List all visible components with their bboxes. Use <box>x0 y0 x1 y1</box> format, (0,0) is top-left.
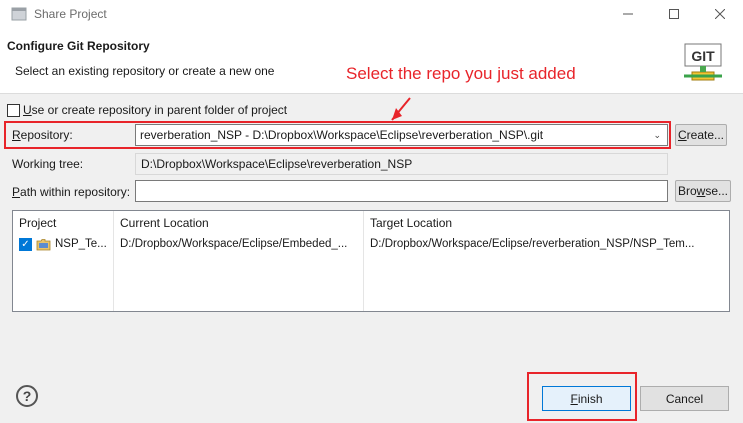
repository-label: Repository: <box>12 128 73 142</box>
close-button[interactable] <box>697 0 743 28</box>
maximize-button[interactable] <box>651 0 697 28</box>
wizard-header: Configure Git Repository Select an exist… <box>0 28 743 94</box>
column-divider <box>113 211 114 311</box>
page-title: Configure Git Repository <box>7 39 150 53</box>
title-bar: Share Project <box>0 0 743 28</box>
create-repository-button[interactable]: Create... <box>675 124 727 146</box>
minimize-icon <box>623 13 633 15</box>
project-name-cell: NSP_Te... <box>55 238 107 250</box>
current-location-cell: D:/Dropbox/Workspace/Eclipse/Embeded_... <box>120 238 348 250</box>
maximize-icon <box>669 9 679 19</box>
parent-folder-label[interactable]: Use or create repository in parent folde… <box>23 103 287 117</box>
target-location-cell: D:/Dropbox/Workspace/Eclipse/reverberati… <box>370 238 695 250</box>
repository-select-value: reverberation_NSP - D:\Dropbox\Workspace… <box>140 128 544 142</box>
table-row[interactable]: ✓ NSP_Te... D:/Dropbox/Workspace/Eclipse… <box>13 235 729 255</box>
projects-table: Project Current Location Target Location… <box>12 210 730 312</box>
annotation-text: Select the repo you just added <box>346 64 576 83</box>
repository-select[interactable]: reverberation_NSP - D:\Dropbox\Workspace… <box>135 124 668 146</box>
help-icon[interactable]: ? <box>16 385 38 407</box>
column-header-current-location[interactable]: Current Location <box>114 211 364 235</box>
browse-button[interactable]: Bro w se... <box>675 180 731 202</box>
project-row-checkbox[interactable]: ✓ <box>19 238 32 251</box>
column-divider <box>363 211 364 311</box>
path-input[interactable] <box>135 180 668 202</box>
column-header-project[interactable]: Project <box>13 211 114 235</box>
page-subtitle: Select an existing repository or create … <box>15 64 275 78</box>
working-tree-value: D:\Dropbox\Workspace\Eclipse\reverberati… <box>135 153 668 175</box>
close-icon <box>715 9 725 19</box>
parent-folder-checkbox[interactable] <box>7 104 20 117</box>
minimize-button[interactable] <box>605 0 651 28</box>
working-tree-label: Working tree: <box>12 157 84 171</box>
cancel-button[interactable]: Cancel <box>640 386 729 411</box>
finish-button[interactable]: Finish <box>542 386 631 411</box>
column-header-target-location[interactable]: Target Location <box>364 211 729 235</box>
eclipse-app-icon <box>11 7 27 21</box>
git-logo-text: GIT <box>691 48 715 64</box>
path-label: Path within repository: <box>12 185 131 199</box>
git-logo-icon: GIT <box>684 43 722 81</box>
chevron-down-icon: ⌄ <box>653 130 661 140</box>
window-title: Share Project <box>34 7 107 21</box>
